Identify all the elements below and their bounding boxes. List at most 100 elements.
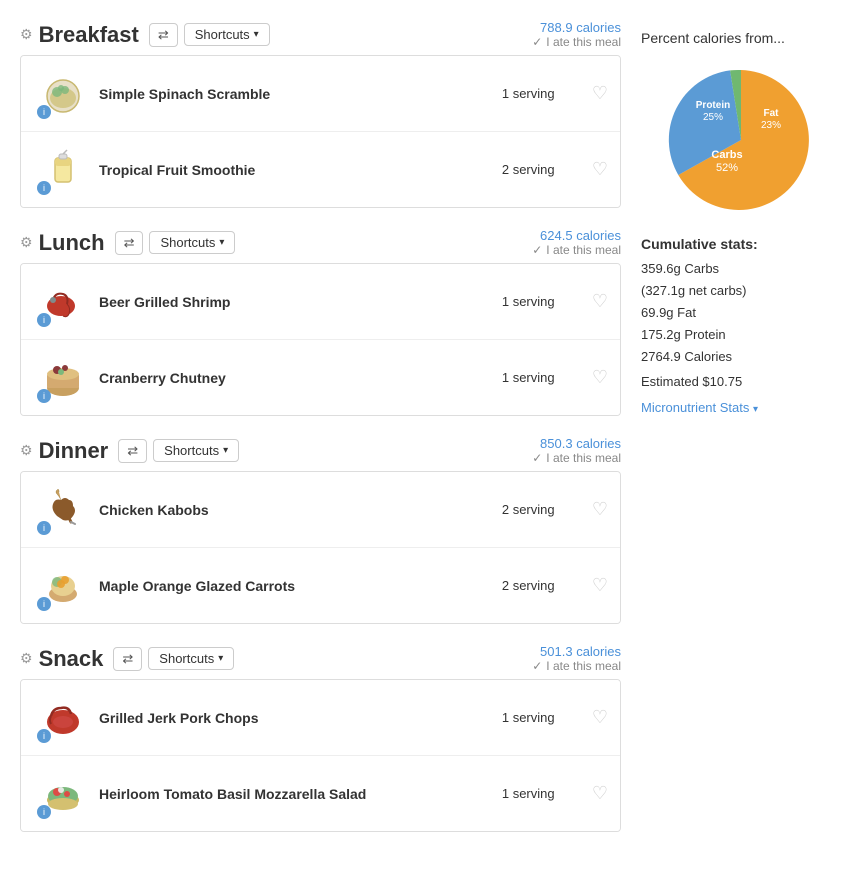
gear-icon-dinner[interactable]: ⚙ bbox=[20, 442, 33, 459]
meal-item-breakfast-0: i Simple Spinach Scramble 1 serving ♡ bbox=[21, 56, 620, 132]
shortcuts-btn-snack[interactable]: Shortcuts ▾ bbox=[148, 647, 234, 670]
ate-label-lunch: I ate this meal bbox=[546, 243, 621, 257]
sidebar-title: Percent calories from... bbox=[641, 30, 841, 46]
shortcuts-btn-lunch[interactable]: Shortcuts ▾ bbox=[149, 231, 235, 254]
check-icon-lunch: ✓ bbox=[532, 243, 542, 257]
shuffle-btn-lunch[interactable]: ⇄ bbox=[115, 231, 144, 255]
item-name-snack-0: Grilled Jerk Pork Chops bbox=[93, 710, 502, 726]
info-icon-snack-1[interactable]: i bbox=[37, 805, 51, 819]
info-icon-lunch-1[interactable]: i bbox=[37, 389, 51, 403]
item-name-snack-1: Heirloom Tomato Basil Mozzarella Salad bbox=[93, 786, 502, 802]
meal-section-dinner: ⚙ Dinner ⇄ Shortcuts ▾ 850.3 calories ✓ … bbox=[20, 436, 621, 624]
ate-label-snack: I ate this meal bbox=[546, 659, 621, 673]
meal-item-breakfast-1: i Tropical Fruit Smoothie 2 serving ♡ bbox=[21, 132, 620, 207]
shuffle-btn-breakfast[interactable]: ⇄ bbox=[149, 23, 178, 47]
heart-icon-breakfast-1[interactable]: ♡ bbox=[592, 159, 608, 180]
micronutrient-link[interactable]: Micronutrient Stats ▾ bbox=[641, 400, 758, 415]
heart-icon-dinner-0[interactable]: ♡ bbox=[592, 499, 608, 520]
ate-label-dinner: I ate this meal bbox=[546, 451, 621, 465]
meal-title-lunch: Lunch bbox=[39, 230, 105, 256]
meal-item-snack-0: i Grilled Jerk Pork Chops 1 serving ♡ bbox=[21, 680, 620, 756]
net-carbs-stat: (327.1g net carbs) bbox=[641, 280, 841, 302]
micronutrient-label: Micronutrient Stats bbox=[641, 400, 749, 415]
item-serving-lunch-0: 1 serving bbox=[502, 294, 592, 309]
estimated-cost: Estimated $10.75 bbox=[641, 374, 841, 389]
meal-meta-breakfast: 788.9 calories ✓ I ate this meal bbox=[532, 20, 621, 49]
meal-item-dinner-1: i Maple Orange Glazed Carrots 2 serving … bbox=[21, 548, 620, 623]
heart-icon-breakfast-0[interactable]: ♡ bbox=[592, 83, 608, 104]
gear-icon-snack[interactable]: ⚙ bbox=[20, 650, 33, 667]
fat-stat: 69.9g Fat bbox=[641, 302, 841, 324]
info-icon-snack-0[interactable]: i bbox=[37, 729, 51, 743]
shortcuts-caret-breakfast: ▾ bbox=[254, 29, 259, 40]
check-icon-snack: ✓ bbox=[532, 659, 542, 673]
meal-section-breakfast: ⚙ Breakfast ⇄ Shortcuts ▾ 788.9 calories… bbox=[20, 20, 621, 208]
micronutrient-caret: ▾ bbox=[753, 404, 758, 415]
shortcuts-caret-lunch: ▾ bbox=[219, 237, 224, 248]
food-icon-breakfast-1: i bbox=[33, 142, 93, 197]
item-name-dinner-0: Chicken Kabobs bbox=[93, 502, 502, 518]
heart-icon-lunch-1[interactable]: ♡ bbox=[592, 367, 608, 388]
ate-meal-breakfast: ✓ I ate this meal bbox=[532, 35, 621, 49]
ate-meal-dinner: ✓ I ate this meal bbox=[532, 451, 621, 465]
shuffle-btn-dinner[interactable]: ⇄ bbox=[118, 439, 147, 463]
item-serving-snack-1: 1 serving bbox=[502, 786, 592, 801]
info-icon-dinner-1[interactable]: i bbox=[37, 597, 51, 611]
info-icon-breakfast-1[interactable]: i bbox=[37, 181, 51, 195]
meal-meta-dinner: 850.3 calories ✓ I ate this meal bbox=[532, 436, 621, 465]
info-icon-dinner-0[interactable]: i bbox=[37, 521, 51, 535]
shuffle-btn-snack[interactable]: ⇄ bbox=[113, 647, 142, 671]
shortcuts-btn-dinner[interactable]: Shortcuts ▾ bbox=[153, 439, 239, 462]
meal-item-lunch-0: i Beer Grilled Shrimp 1 serving ♡ bbox=[21, 264, 620, 340]
heart-icon-snack-1[interactable]: ♡ bbox=[592, 783, 608, 804]
item-serving-dinner-1: 2 serving bbox=[502, 578, 592, 593]
item-name-breakfast-0: Simple Spinach Scramble bbox=[93, 86, 502, 102]
calories-link-snack[interactable]: 501.3 calories bbox=[532, 644, 621, 659]
calories-link-breakfast[interactable]: 788.9 calories bbox=[532, 20, 621, 35]
heart-icon-lunch-0[interactable]: ♡ bbox=[592, 291, 608, 312]
meal-title-breakfast: Breakfast bbox=[39, 22, 139, 48]
meal-meta-lunch: 624.5 calories ✓ I ate this meal bbox=[532, 228, 621, 257]
pie-chart: Carbs 52% Protein 25% Fat 23% bbox=[661, 60, 821, 220]
meal-header-breakfast: ⚙ Breakfast ⇄ Shortcuts ▾ 788.9 calories… bbox=[20, 20, 621, 49]
meal-item-snack-1: i Heirloom Tomato Basil Mozzarella Salad… bbox=[21, 756, 620, 831]
protein-pct: 25% bbox=[703, 112, 723, 123]
heart-icon-snack-0[interactable]: ♡ bbox=[592, 707, 608, 728]
meal-items-dinner: i Chicken Kabobs 2 serving ♡ i Maple bbox=[20, 471, 621, 624]
shortcuts-caret-snack: ▾ bbox=[218, 653, 223, 664]
meal-header-dinner: ⚙ Dinner ⇄ Shortcuts ▾ 850.3 calories ✓ … bbox=[20, 436, 621, 465]
check-icon-dinner: ✓ bbox=[532, 451, 542, 465]
item-serving-breakfast-0: 1 serving bbox=[502, 86, 592, 101]
item-name-dinner-1: Maple Orange Glazed Carrots bbox=[93, 578, 502, 594]
info-icon-lunch-0[interactable]: i bbox=[37, 313, 51, 327]
meal-title-dinner: Dinner bbox=[39, 438, 109, 464]
pie-chart-container: Carbs 52% Protein 25% Fat 23% bbox=[641, 60, 841, 220]
calories-link-lunch[interactable]: 624.5 calories bbox=[532, 228, 621, 243]
food-icon-breakfast-0: i bbox=[33, 66, 93, 121]
shortcuts-label-breakfast: Shortcuts bbox=[195, 27, 250, 42]
item-serving-dinner-0: 2 serving bbox=[502, 502, 592, 517]
heart-icon-dinner-1[interactable]: ♡ bbox=[592, 575, 608, 596]
shortcuts-label-lunch: Shortcuts bbox=[160, 235, 215, 250]
food-icon-lunch-1: i bbox=[33, 350, 93, 405]
meal-items-lunch: i Beer Grilled Shrimp 1 serving ♡ i bbox=[20, 263, 621, 416]
gear-icon-lunch[interactable]: ⚙ bbox=[20, 234, 33, 251]
ate-meal-lunch: ✓ I ate this meal bbox=[532, 243, 621, 257]
sidebar: Percent calories from... Carbs 52% Prote… bbox=[641, 20, 841, 852]
item-name-breakfast-1: Tropical Fruit Smoothie bbox=[93, 162, 502, 178]
info-icon-breakfast-0[interactable]: i bbox=[37, 105, 51, 119]
shortcuts-btn-breakfast[interactable]: Shortcuts ▾ bbox=[184, 23, 270, 46]
food-icon-dinner-0: i bbox=[33, 482, 93, 537]
protein-label: Protein bbox=[696, 100, 730, 111]
meal-items-snack: i Grilled Jerk Pork Chops 1 serving ♡ i bbox=[20, 679, 621, 832]
fat-label: Fat bbox=[764, 108, 780, 119]
check-icon-breakfast: ✓ bbox=[532, 35, 542, 49]
food-icon-lunch-0: i bbox=[33, 274, 93, 329]
meal-header-snack: ⚙ Snack ⇄ Shortcuts ▾ 501.3 calories ✓ I… bbox=[20, 644, 621, 673]
cumulative-title: Cumulative stats: bbox=[641, 236, 841, 252]
gear-icon-breakfast[interactable]: ⚙ bbox=[20, 26, 33, 43]
calories-link-dinner[interactable]: 850.3 calories bbox=[532, 436, 621, 451]
calories-stat: 2764.9 Calories bbox=[641, 346, 841, 368]
item-serving-snack-0: 1 serving bbox=[502, 710, 592, 725]
fat-pct: 23% bbox=[761, 120, 781, 131]
